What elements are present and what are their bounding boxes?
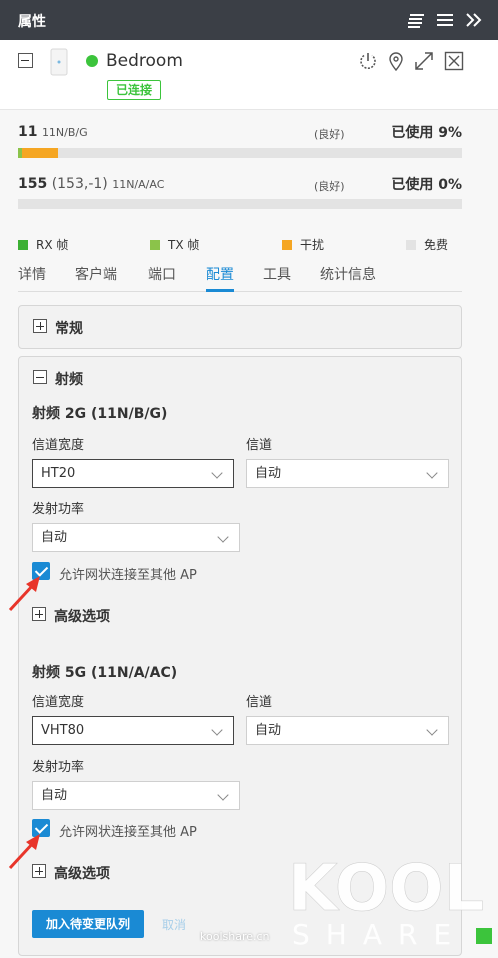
radio-mode: 11N/A/AC xyxy=(112,178,165,191)
panel-title: 属性 xyxy=(18,14,46,30)
mesh-checkbox-label: 允许网状连接至其他 AP xyxy=(59,825,197,840)
tx-power-label: 发射功率 xyxy=(32,760,85,775)
access-point-icon xyxy=(50,48,68,76)
legend-rx: RX 帧 xyxy=(18,236,68,253)
section-title: 射频 xyxy=(55,372,83,388)
legend-interference: 干扰 xyxy=(282,236,324,253)
channel-width-select-2g[interactable]: HT20 xyxy=(32,459,234,488)
koolshare-watermark-logo: KOOL SHARE xyxy=(288,852,492,951)
tab-ports[interactable]: 端口 xyxy=(148,264,176,292)
tab-config[interactable]: 配置 xyxy=(206,264,234,292)
expand-icon[interactable] xyxy=(32,864,46,878)
usage-bar-2g xyxy=(18,148,462,158)
interference-segment xyxy=(22,148,58,158)
legend-free: 免费 xyxy=(406,236,448,253)
restart-icon[interactable] xyxy=(358,51,378,71)
expand-icon[interactable] xyxy=(33,319,47,333)
expand-icon[interactable] xyxy=(32,607,46,621)
status-dot xyxy=(86,55,98,67)
cancel-button[interactable]: 取消 xyxy=(162,916,186,933)
chevron-down-icon xyxy=(426,467,438,479)
legend-tx: TX 帧 xyxy=(150,236,199,253)
chevron-down-icon xyxy=(217,531,229,543)
channel-number: 155 xyxy=(18,176,48,192)
section-general[interactable]: 常规 xyxy=(18,305,462,349)
free-swatch xyxy=(406,240,416,250)
interference-swatch xyxy=(282,240,292,250)
channel-extra: (153,-1) xyxy=(51,176,108,192)
chevron-down-icon xyxy=(217,789,229,801)
quality-text: (良好) xyxy=(314,128,345,141)
usage-text: 已使用 9% xyxy=(391,125,462,141)
watermark-sub: SHARE xyxy=(292,918,467,951)
channel-select-5g[interactable]: 自动 xyxy=(246,716,449,745)
tx-power-select-2g[interactable]: 自动 xyxy=(32,523,240,552)
quality-text: (良好) xyxy=(314,180,345,193)
radio-mode: 11N/B/G xyxy=(41,126,88,139)
chevron-down-icon xyxy=(211,724,223,736)
usage-bar-5g xyxy=(18,199,462,209)
watermark-url: koolshare.cn xyxy=(200,930,270,943)
channel-width-label: 信道宽度 xyxy=(32,438,85,453)
device-name: Bedroom xyxy=(106,51,183,71)
advanced-options-5g[interactable]: 高级选项 xyxy=(54,863,110,883)
usage-text: 已使用 0% xyxy=(391,177,462,193)
collapse-icon[interactable] xyxy=(33,370,47,384)
advanced-options-2g[interactable]: 高级选项 xyxy=(54,606,110,626)
tx-power-label: 发射功率 xyxy=(32,502,85,517)
red-arrow-annotation xyxy=(8,576,40,612)
channel-select-2g[interactable]: 自动 xyxy=(246,459,449,488)
tab-details[interactable]: 详情 xyxy=(18,264,46,292)
menu-icon[interactable] xyxy=(435,10,455,30)
mesh-checkbox-label: 允许网状连接至其他 AP xyxy=(59,568,197,583)
tx-swatch xyxy=(150,240,160,250)
tab-bar: 详情 客户端 端口 配置 工具 统计信息 xyxy=(18,262,462,292)
tx-power-select-5g[interactable]: 自动 xyxy=(32,781,240,810)
tab-statistics[interactable]: 统计信息 xyxy=(320,264,376,292)
panel-header: 属性 xyxy=(0,0,498,40)
status-badge: 已连接 xyxy=(107,80,162,100)
radio-5g-title: 射频 5G (11N/A/AC) xyxy=(32,665,178,681)
watermark-big: KOOL xyxy=(288,852,484,926)
expand-icon[interactable] xyxy=(414,51,434,71)
chevron-down-icon xyxy=(426,724,438,736)
channel-label: 信道 xyxy=(246,438,273,453)
collapse-icon[interactable] xyxy=(18,53,33,68)
section-title: 常规 xyxy=(55,321,83,337)
channel-number: 11 xyxy=(18,124,38,140)
tab-tools[interactable]: 工具 xyxy=(263,264,291,292)
align-lines-icon[interactable] xyxy=(406,10,426,30)
channel-label: 信道 xyxy=(246,695,273,710)
tab-clients[interactable]: 客户端 xyxy=(75,264,117,292)
add-to-queue-button[interactable]: 加入待变更队列 xyxy=(32,910,144,938)
rx-swatch xyxy=(18,240,28,250)
collapse-right-icon[interactable] xyxy=(464,10,484,30)
radio-2g-title: 射频 2G (11N/B/G) xyxy=(32,406,168,422)
channel-width-label: 信道宽度 xyxy=(32,695,85,710)
close-icon[interactable] xyxy=(444,51,464,71)
locate-icon[interactable] xyxy=(386,51,406,71)
channel-width-select-5g[interactable]: VHT80 xyxy=(32,716,234,745)
chevron-down-icon xyxy=(211,467,223,479)
